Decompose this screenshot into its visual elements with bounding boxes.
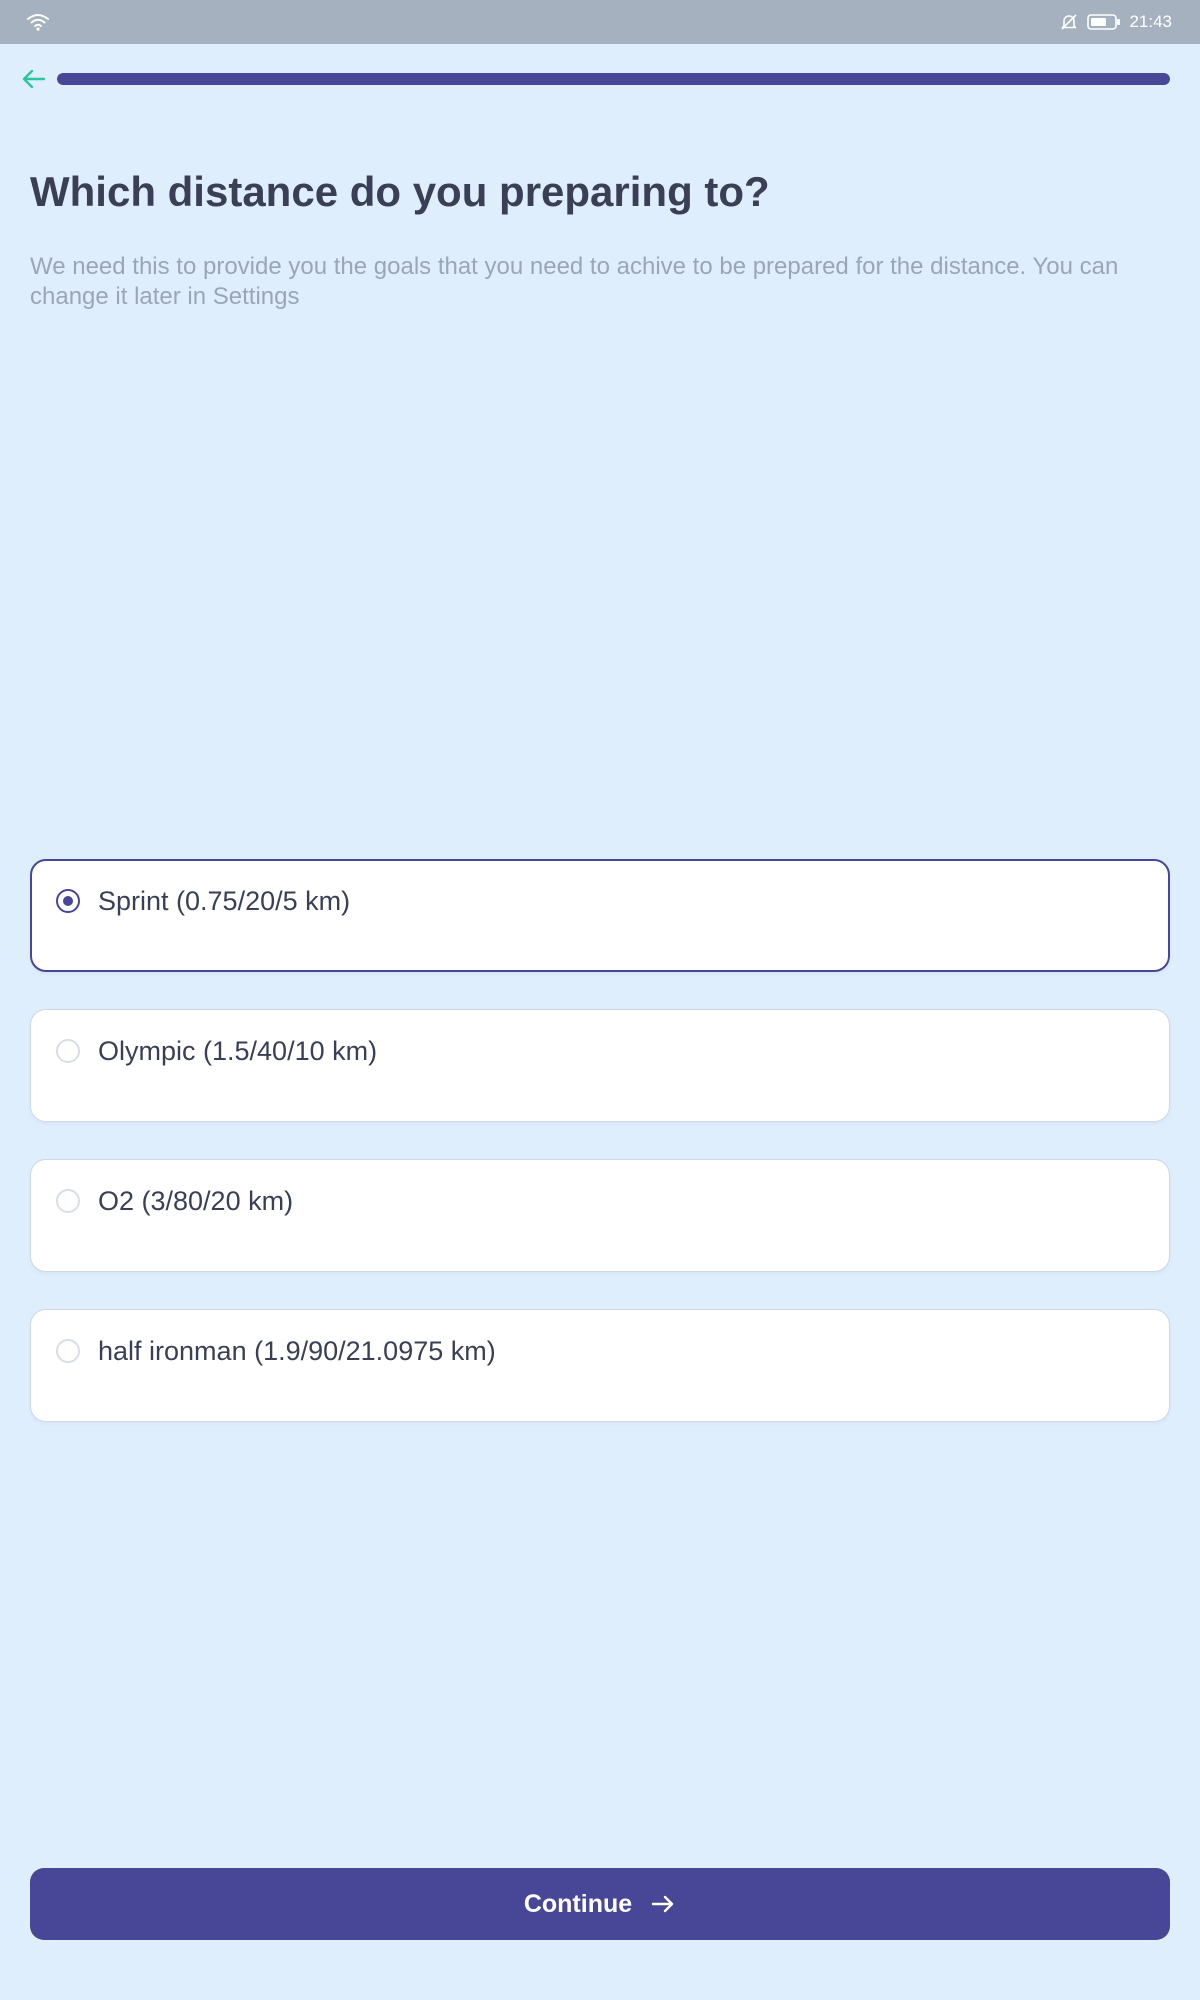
option-label: Sprint (0.75/20/5 km) (98, 886, 351, 916)
option-half-ironman[interactable]: half ironman (1.9/90/21.0975 km) (30, 1309, 1170, 1422)
battery-icon (1087, 14, 1121, 30)
wifi-icon (27, 14, 49, 31)
option-sprint[interactable]: Sprint (0.75/20/5 km) (30, 859, 1170, 972)
status-time: 21:43 (1129, 12, 1172, 31)
continue-button[interactable]: Continue (30, 1868, 1170, 1940)
progress-header (0, 60, 1200, 98)
option-o2[interactable]: O2 (3/80/20 km) (30, 1159, 1170, 1272)
back-button[interactable] (18, 66, 50, 92)
radio-button[interactable] (56, 1039, 80, 1063)
option-label: half ironman (1.9/90/21.0975 km) (98, 1336, 496, 1366)
continue-button-label: Continue (523, 1889, 633, 1918)
status-bar: 21:43 (0, 0, 1200, 44)
progress-bar (57, 73, 1170, 85)
option-label: Olympic (1.5/40/10 km) (98, 1036, 378, 1066)
arrow-left-icon (22, 69, 46, 89)
radio-button[interactable] (56, 1189, 80, 1213)
arrow-right-icon (651, 1895, 674, 1913)
radio-button[interactable] (56, 1339, 80, 1363)
option-label: O2 (3/80/20 km) (98, 1186, 294, 1216)
distance-options: Sprint (0.75/20/5 km) Olympic (1.5/40/10… (30, 859, 1170, 1459)
notifications-off-icon (1061, 14, 1078, 30)
page-subtitle: We need this to provide you the goals th… (30, 253, 1119, 310)
page-title: Which distance do you preparing to? (30, 168, 770, 215)
option-olympic[interactable]: Olympic (1.5/40/10 km) (30, 1009, 1170, 1122)
radio-button[interactable] (56, 889, 80, 913)
progress-bar-fill (57, 73, 1170, 85)
